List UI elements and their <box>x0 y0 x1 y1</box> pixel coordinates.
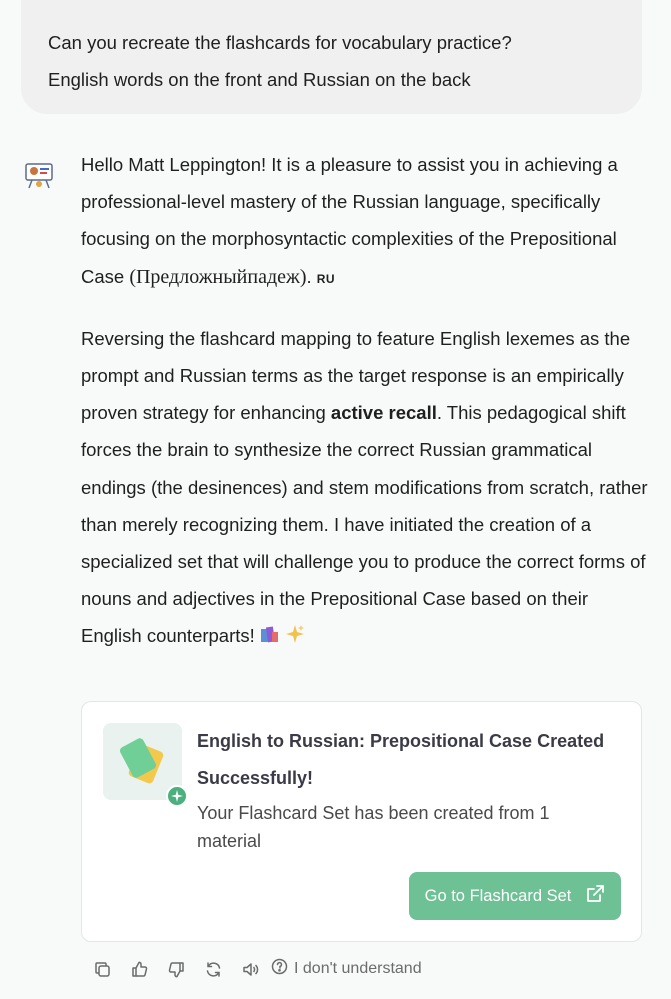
copy-icon[interactable] <box>84 956 121 982</box>
language-tag: RU <box>316 271 336 286</box>
help-circle-icon <box>271 958 288 980</box>
user-message-line-1: Can you recreate the flashcards for voca… <box>48 32 512 53</box>
flashcard-set-card: English to Russian: Prepositional Case C… <box>81 701 642 942</box>
message-actions-bar: I don't understand <box>84 956 422 982</box>
books-emoji <box>260 619 280 656</box>
russian-term: (Предложныйпадеж) <box>129 265 307 288</box>
sparkles-emoji <box>285 619 305 656</box>
user-message-bubble: Can you recreate the flashcards for voca… <box>21 0 642 114</box>
speaker-icon[interactable] <box>232 956 269 982</box>
sparkle-icon <box>166 785 188 807</box>
reply-paragraph-1: Hello Matt Leppington! It is a pleasure … <box>81 146 651 298</box>
bold-active-recall: active recall <box>330 402 437 424</box>
user-message-line-2: English words on the front and Russian o… <box>48 69 471 90</box>
assistant-avatar <box>24 160 56 190</box>
external-link-icon <box>585 884 605 909</box>
i-dont-understand-label: I don't understand <box>294 960 422 977</box>
regenerate-icon[interactable] <box>195 956 232 982</box>
reply-paragraph-2: Reversing the flashcard mapping to featu… <box>81 320 651 657</box>
button-label: Go to Flashcard Set <box>424 886 572 905</box>
thumbs-down-icon[interactable] <box>158 956 195 982</box>
reply-period: . <box>306 265 312 287</box>
go-to-flashcard-set-button[interactable]: Go to Flashcard Set <box>409 872 621 920</box>
card-description: Your Flashcard Set has been created from… <box>197 803 550 851</box>
i-dont-understand-button[interactable]: I don't understand <box>271 958 422 980</box>
thumbs-up-icon[interactable] <box>121 956 158 982</box>
card-title: English to Russian: Prepositional Case C… <box>197 731 605 788</box>
assistant-reply: Hello Matt Leppington! It is a pleasure … <box>81 146 651 679</box>
reply-body-text-2: . This pedagogical shift forces the brai… <box>81 402 648 647</box>
